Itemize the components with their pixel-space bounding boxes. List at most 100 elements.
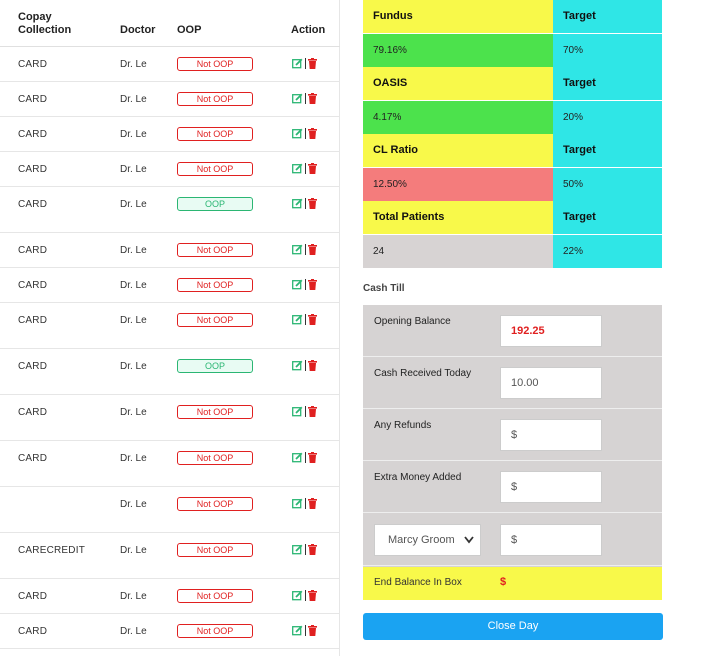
cash-received-input[interactable]: 10.00 bbox=[500, 367, 602, 399]
copay-table: Copay Collection Doctor OOP Action CARD D… bbox=[0, 0, 340, 656]
extra-money-input[interactable]: $ bbox=[500, 471, 602, 503]
row-actions bbox=[292, 543, 317, 555]
row-actions bbox=[292, 624, 317, 636]
row-actions bbox=[292, 451, 317, 463]
oop-status-badge: Not OOP bbox=[177, 278, 253, 292]
extra-money-label: Extra Money Added bbox=[374, 472, 462, 483]
copay-collection-cell: CARD bbox=[18, 626, 48, 637]
action-separator bbox=[305, 451, 306, 463]
cl-ratio-target: 50% bbox=[553, 168, 662, 201]
end-balance-label: End Balance In Box bbox=[374, 577, 462, 588]
action-separator bbox=[305, 624, 306, 636]
action-separator bbox=[305, 127, 306, 139]
trash-icon[interactable] bbox=[308, 497, 317, 509]
trash-icon[interactable] bbox=[308, 543, 317, 555]
trash-icon[interactable] bbox=[308, 624, 317, 636]
close-day-button[interactable]: Close Day bbox=[363, 613, 663, 640]
oasis-target: 20% bbox=[553, 101, 662, 134]
staff-select[interactable]: Marcy Groom bbox=[374, 524, 481, 556]
opening-balance-input[interactable]: 192.25 bbox=[500, 315, 602, 347]
doctor-cell: Dr. Le bbox=[120, 280, 147, 291]
row-actions bbox=[292, 313, 317, 325]
refunds-input[interactable]: $ bbox=[500, 419, 602, 451]
extra-money-row: Extra Money Added $ bbox=[363, 461, 662, 513]
trash-icon[interactable] bbox=[308, 162, 317, 174]
oasis-value: 4.17% bbox=[363, 101, 553, 134]
total-patients-value-row: 24 22% bbox=[363, 235, 662, 268]
copay-collection-cell: CARD bbox=[18, 199, 48, 210]
row-actions bbox=[292, 497, 317, 509]
edit-icon[interactable] bbox=[292, 314, 303, 325]
edit-icon[interactable] bbox=[292, 244, 303, 255]
oasis-target-label: Target bbox=[553, 67, 662, 100]
edit-icon[interactable] bbox=[292, 360, 303, 371]
table-row: CARD Dr. Le OOP bbox=[0, 187, 340, 233]
action-separator bbox=[305, 497, 306, 509]
edit-icon[interactable] bbox=[292, 498, 303, 509]
row-actions bbox=[292, 278, 317, 290]
trash-icon[interactable] bbox=[308, 589, 317, 601]
oop-status-badge: Not OOP bbox=[177, 543, 253, 557]
trash-icon[interactable] bbox=[308, 57, 317, 69]
row-actions bbox=[292, 162, 317, 174]
copay-collection-cell: CARD bbox=[18, 129, 48, 140]
edit-icon[interactable] bbox=[292, 590, 303, 601]
oop-status-badge: OOP bbox=[177, 359, 253, 373]
trash-icon[interactable] bbox=[308, 92, 317, 104]
copay-collection-cell: CARD bbox=[18, 94, 48, 105]
doctor-cell: Dr. Le bbox=[120, 361, 147, 372]
table-header: Copay Collection Doctor OOP Action bbox=[0, 0, 340, 47]
oasis-header-row: OASIS Target bbox=[363, 67, 662, 100]
row-actions bbox=[292, 127, 317, 139]
table-row: CARD Dr. Le OOP bbox=[0, 349, 340, 395]
end-balance-value: $ bbox=[500, 576, 507, 588]
doctor-cell: Dr. Le bbox=[120, 199, 147, 210]
trash-icon[interactable] bbox=[308, 127, 317, 139]
copay-collection-cell: CARECREDIT bbox=[18, 545, 86, 556]
oop-status-badge: Not OOP bbox=[177, 92, 253, 106]
edit-icon[interactable] bbox=[292, 544, 303, 555]
trash-icon[interactable] bbox=[308, 197, 317, 209]
fundus-value-row: 79.16% 70% bbox=[363, 34, 662, 67]
action-separator bbox=[305, 405, 306, 417]
edit-icon[interactable] bbox=[292, 198, 303, 209]
edit-icon[interactable] bbox=[292, 128, 303, 139]
edit-icon[interactable] bbox=[292, 58, 303, 69]
table-row: CARD Dr. Le Not OOP bbox=[0, 614, 340, 649]
cash-till-form: Opening Balance 192.25 Cash Received Tod… bbox=[363, 305, 662, 600]
doctor-cell: Dr. Le bbox=[120, 164, 147, 175]
edit-icon[interactable] bbox=[292, 406, 303, 417]
table-row: CARECREDIT Dr. Le Not OOP bbox=[0, 533, 340, 579]
total-patients-label: Total Patients bbox=[363, 201, 553, 234]
trash-icon[interactable] bbox=[308, 359, 317, 371]
header-copay-line1: Copay bbox=[18, 11, 52, 23]
table-row: CARD Dr. Le Not OOP bbox=[0, 82, 340, 117]
edit-icon[interactable] bbox=[292, 452, 303, 463]
action-separator bbox=[305, 278, 306, 290]
trash-icon[interactable] bbox=[308, 278, 317, 290]
total-patients-target: 22% bbox=[553, 235, 662, 268]
action-separator bbox=[305, 243, 306, 255]
doctor-cell: Dr. Le bbox=[120, 59, 147, 70]
edit-icon[interactable] bbox=[292, 163, 303, 174]
copay-collection-cell: CARD bbox=[18, 59, 48, 70]
fundus-target-label: Target bbox=[553, 0, 662, 33]
edit-icon[interactable] bbox=[292, 625, 303, 636]
cash-received-row: Cash Received Today 10.00 bbox=[363, 357, 662, 409]
total-patients-target-label: Target bbox=[553, 201, 662, 234]
trash-icon[interactable] bbox=[308, 451, 317, 463]
doctor-cell: Dr. Le bbox=[120, 129, 147, 140]
trash-icon[interactable] bbox=[308, 405, 317, 417]
action-separator bbox=[305, 543, 306, 555]
staff-amount-input[interactable]: $ bbox=[500, 524, 602, 556]
staff-row: Marcy Groom $ bbox=[363, 514, 662, 566]
edit-icon[interactable] bbox=[292, 93, 303, 104]
row-actions bbox=[292, 197, 317, 209]
trash-icon[interactable] bbox=[308, 313, 317, 325]
cl-ratio-value: 12.50% bbox=[363, 168, 553, 201]
edit-icon[interactable] bbox=[292, 279, 303, 290]
fundus-label: Fundus bbox=[363, 0, 553, 33]
row-actions bbox=[292, 243, 317, 255]
trash-icon[interactable] bbox=[308, 243, 317, 255]
copay-collection-cell: CARD bbox=[18, 453, 48, 464]
